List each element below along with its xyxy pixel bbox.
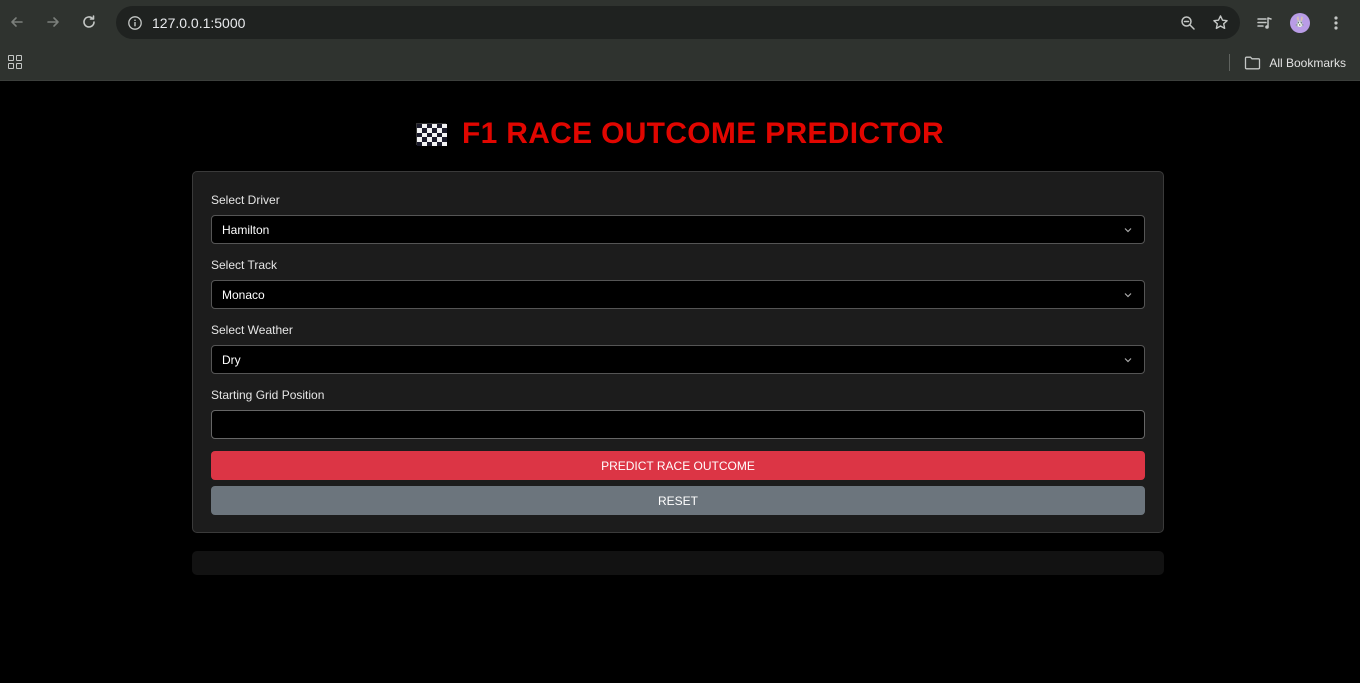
driver-select[interactable]: Hamilton: [211, 215, 1145, 244]
reload-icon[interactable]: [72, 5, 106, 39]
avatar-icon: 🐰: [1290, 12, 1310, 33]
chevron-down-icon: [1124, 228, 1132, 233]
bookmark-star-icon[interactable]: [1204, 14, 1236, 31]
predict-button[interactable]: PREDICT RACE OUTCOME: [211, 451, 1145, 480]
weather-select-value: Dry: [222, 352, 241, 367]
track-select-value: Monaco: [222, 287, 265, 302]
chevron-down-icon: [1124, 293, 1132, 298]
chevron-down-icon: [1124, 358, 1132, 363]
more-menu-icon[interactable]: [1318, 6, 1354, 39]
track-select[interactable]: Monaco: [211, 280, 1145, 309]
driver-label: Select Driver: [211, 193, 280, 207]
bookmarks-bar: All Bookmarks: [0, 44, 1360, 81]
url-text[interactable]: 127.0.0.1:5000: [152, 15, 1172, 31]
page-title-row: F1 RACE OUTCOME PREDICTOR: [0, 117, 1360, 151]
grid-position-input[interactable]: [211, 410, 1145, 439]
apps-grid-icon[interactable]: [8, 55, 22, 69]
page-title: F1 RACE OUTCOME PREDICTOR: [462, 117, 944, 150]
page-content: F1 RACE OUTCOME PREDICTOR Select Driver …: [0, 81, 1360, 683]
weather-label: Select Weather: [211, 323, 293, 337]
grid-position-label: Starting Grid Position: [211, 388, 325, 402]
all-bookmarks-button[interactable]: All Bookmarks: [1244, 44, 1346, 81]
result-panel: [192, 551, 1164, 575]
media-control-icon[interactable]: [1246, 6, 1282, 39]
prediction-form: Select Driver Hamilton Select Track Mona…: [192, 171, 1164, 533]
checkered-flag-icon: [416, 123, 447, 146]
reset-button[interactable]: RESET: [211, 486, 1145, 515]
back-icon[interactable]: [0, 5, 34, 39]
bookmarks-separator: [1229, 54, 1230, 71]
browser-toolbar: 127.0.0.1:5000 🐰: [0, 0, 1360, 44]
zoom-icon[interactable]: [1172, 15, 1204, 31]
address-bar[interactable]: 127.0.0.1:5000: [116, 6, 1240, 39]
folder-icon: [1245, 56, 1261, 69]
forward-icon[interactable]: [36, 5, 70, 39]
weather-select[interactable]: Dry: [211, 345, 1145, 374]
profile-avatar[interactable]: 🐰: [1282, 6, 1318, 39]
all-bookmarks-label: All Bookmarks: [1269, 55, 1346, 70]
site-info-icon[interactable]: [120, 15, 150, 31]
driver-select-value: Hamilton: [222, 222, 270, 237]
track-label: Select Track: [211, 258, 278, 272]
